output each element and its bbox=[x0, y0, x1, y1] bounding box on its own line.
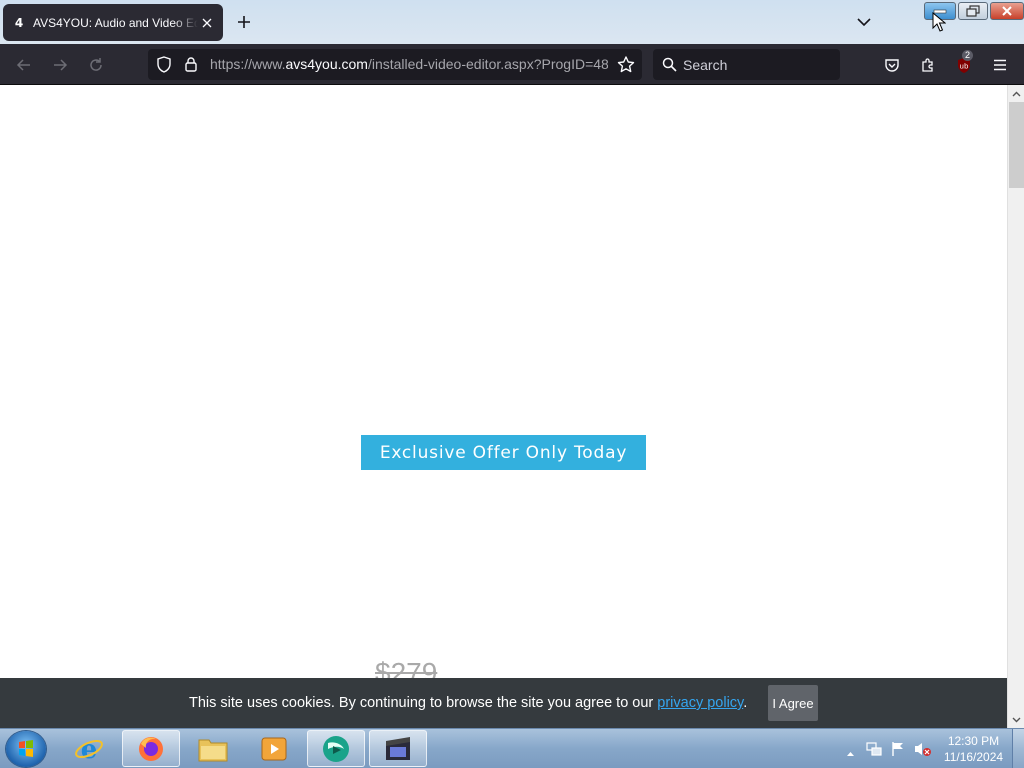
page-scrollbar[interactable] bbox=[1007, 85, 1024, 728]
cookie-suffix: . bbox=[743, 695, 748, 711]
taskbar-firefox[interactable] bbox=[122, 730, 180, 767]
taskbar-internet-explorer[interactable]: e bbox=[60, 730, 118, 767]
tab-active[interactable]: 4 AVS4YOU: Audio and Video Editor bbox=[3, 4, 223, 41]
svg-text:e: e bbox=[81, 735, 98, 764]
navigation-toolbar: https://www.avs4you.com/installed-video-… bbox=[0, 44, 1024, 85]
media-player-icon bbox=[261, 737, 287, 760]
scroll-up-arrow-icon[interactable] bbox=[1008, 85, 1024, 102]
lock-icon[interactable] bbox=[184, 56, 198, 76]
action-center-flag-icon[interactable] bbox=[890, 741, 906, 760]
ublock-count-badge: 2 bbox=[962, 50, 974, 61]
search-icon bbox=[662, 57, 677, 75]
network-icon[interactable] bbox=[866, 741, 882, 760]
close-window-button[interactable] bbox=[990, 2, 1024, 20]
list-tabs-button[interactable] bbox=[855, 13, 873, 31]
privacy-policy-link[interactable]: privacy policy bbox=[657, 695, 743, 711]
start-button[interactable] bbox=[6, 731, 46, 767]
cookie-text: This site uses cookies. By continuing to… bbox=[189, 695, 658, 711]
scroll-down-arrow-icon[interactable] bbox=[1008, 711, 1024, 728]
cookie-banner: This site uses cookies. By continuing to… bbox=[0, 678, 1007, 728]
clock-date: 11/16/2024 bbox=[943, 750, 1004, 764]
i-agree-button[interactable]: I Agree bbox=[768, 685, 818, 721]
forward-button[interactable] bbox=[48, 53, 72, 77]
search-bar[interactable]: Search bbox=[653, 49, 840, 80]
url-host: avs4you.com bbox=[285, 56, 368, 72]
back-button[interactable] bbox=[12, 53, 36, 77]
cookie-message: This site uses cookies. By continuing to… bbox=[189, 695, 747, 711]
url-prefix: https://www. bbox=[210, 56, 286, 72]
tab-strip: 4 AVS4YOU: Audio and Video Editor bbox=[0, 0, 1024, 44]
firefox-icon bbox=[139, 736, 163, 761]
taskbar-video-app[interactable] bbox=[369, 730, 427, 767]
close-tab-icon[interactable] bbox=[199, 15, 215, 31]
hamburger-menu-icon[interactable] bbox=[988, 53, 1012, 77]
address-bar[interactable]: https://www.avs4you.com/installed-video-… bbox=[148, 49, 642, 80]
scroll-thumb[interactable] bbox=[1009, 102, 1024, 188]
show-desktop-button[interactable] bbox=[1012, 729, 1024, 768]
taskbar-file-explorer[interactable] bbox=[184, 730, 242, 767]
taskbar-media-player[interactable] bbox=[245, 730, 303, 767]
restore-button[interactable] bbox=[958, 2, 988, 20]
reload-button[interactable] bbox=[84, 53, 108, 77]
svg-text:ub: ub bbox=[960, 62, 969, 70]
film-clapper-icon bbox=[386, 736, 410, 760]
page-viewport: Exclusive Offer Only Today $279 This sit… bbox=[0, 85, 1007, 728]
tab-title: AVS4YOU: Audio and Video Editor bbox=[33, 15, 198, 30]
exclusive-offer-banner[interactable]: Exclusive Offer Only Today bbox=[361, 435, 646, 470]
folder-icon bbox=[198, 739, 228, 761]
search-input[interactable]: Search bbox=[683, 57, 727, 73]
url-path: /installed-video-editor.aspx?ProgID=48 bbox=[367, 56, 608, 72]
url-text[interactable]: https://www.avs4you.com/installed-video-… bbox=[210, 56, 608, 72]
tracking-protection-shield-icon[interactable] bbox=[156, 56, 172, 76]
mouse-cursor-icon bbox=[932, 12, 946, 32]
taskbar-avs-video-editor[interactable] bbox=[307, 730, 365, 767]
windows-logo-icon bbox=[19, 740, 33, 757]
volume-muted-icon[interactable] bbox=[914, 741, 932, 760]
bookmark-star-icon[interactable] bbox=[617, 56, 635, 76]
avs-editor-icon bbox=[323, 735, 349, 762]
clock-time: 12:30 PM bbox=[947, 734, 1000, 748]
taskbar-clock[interactable]: 12:30 PM 11/16/2024 bbox=[936, 733, 1011, 765]
windows-taskbar: e 12:30 PM 11/16/2024 bbox=[0, 728, 1024, 768]
extensions-puzzle-icon[interactable] bbox=[916, 53, 940, 77]
show-hidden-icons-arrow-icon[interactable] bbox=[846, 745, 855, 760]
pocket-icon[interactable] bbox=[880, 53, 904, 77]
favicon: 4 bbox=[14, 15, 24, 30]
new-tab-button[interactable] bbox=[234, 12, 254, 32]
internet-explorer-icon: e bbox=[75, 735, 103, 764]
